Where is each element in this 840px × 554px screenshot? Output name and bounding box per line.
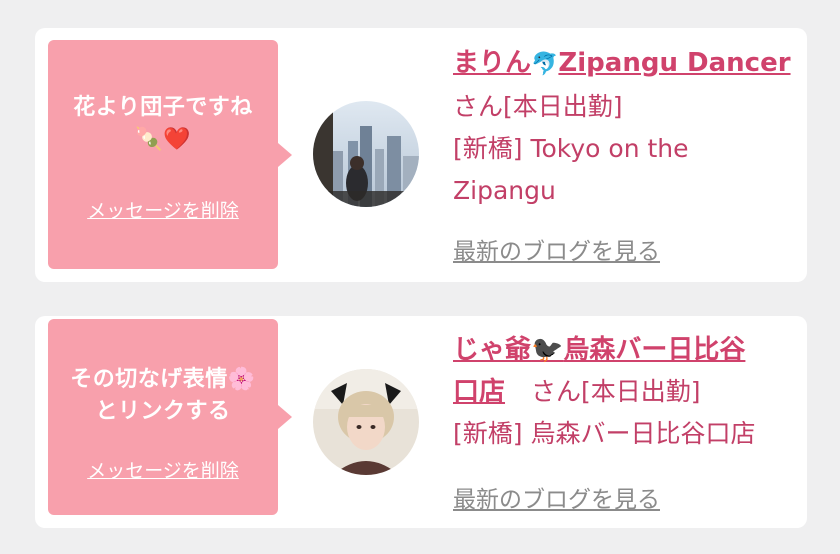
shop-area: [新橋] 烏森バー日比谷口店 — [453, 419, 756, 448]
cherry-blossom-emoji: 🌸 — [227, 367, 256, 392]
message-text: その切なげ表情🌸 とリンクする — [56, 364, 270, 428]
cast-info: じゃ爺🐦‍⬛烏森バー日比谷 口店 さん[本日出勤] [新橋] 烏森バー日比谷口店 — [453, 329, 793, 455]
status-text: さん[本日出勤] — [453, 92, 623, 121]
message-line-2: とリンクする — [95, 399, 231, 424]
message-bubble: 花より団子ですね 🍡❤️ メッセージを削除 — [48, 40, 292, 269]
cast-name: じゃ爺 — [453, 335, 532, 365]
cast-name-link-cont[interactable]: 口店 — [453, 377, 505, 407]
message-card: 花より団子ですね 🍡❤️ メッセージを削除 まりん🐬Zipangu Dancer… — [35, 28, 807, 282]
latest-blog-link[interactable]: 最新のブログを見る — [453, 232, 660, 266]
dango-heart-emoji: 🍡❤️ — [135, 127, 191, 152]
message-bubble: その切なげ表情🌸 とリンクする メッセージを削除 — [48, 319, 292, 515]
cast-name-link[interactable]: まりん🐬Zipangu Dancer — [453, 48, 791, 78]
avatar[interactable] — [313, 101, 419, 207]
cast-name-shop: 烏森バー日比谷 — [563, 335, 746, 365]
cast-name-suffix: Zipangu Dancer — [558, 48, 791, 78]
crow-icon: 🐦‍⬛ — [531, 335, 564, 365]
avatar-photo-portrait — [313, 369, 419, 475]
cast-name: まりん — [453, 48, 532, 78]
latest-blog-link[interactable]: 最新のブログを見る — [453, 480, 660, 514]
shop-area-cont: Zipangu — [453, 176, 556, 205]
status-text: さん[本日出勤] — [530, 377, 701, 406]
message-line: その切なげ表情 — [70, 367, 228, 392]
delete-message-link[interactable]: メッセージを削除 — [48, 196, 278, 223]
delete-message-link[interactable]: メッセージを削除 — [48, 456, 278, 483]
message-line: 花より団子ですね — [73, 95, 253, 120]
message-text: 花より団子ですね 🍡❤️ — [56, 92, 270, 156]
message-card: その切なげ表情🌸 とリンクする メッセージを削除 じゃ爺🐦‍⬛烏森バー日比谷 口… — [35, 316, 807, 528]
avatar-photo-city — [313, 101, 419, 207]
shop-info: [新橋] Tokyo on the Zipangu — [453, 128, 793, 212]
cast-info: まりん🐬Zipangu Dancer さん[本日出勤] [新橋] Tokyo o… — [453, 42, 793, 212]
shop-area: [新橋] Tokyo on the — [453, 134, 689, 163]
cast-name-link[interactable]: じゃ爺🐦‍⬛烏森バー日比谷 — [453, 335, 745, 365]
avatar[interactable] — [313, 369, 419, 475]
dolphin-icon: 🐬 — [531, 52, 559, 77]
